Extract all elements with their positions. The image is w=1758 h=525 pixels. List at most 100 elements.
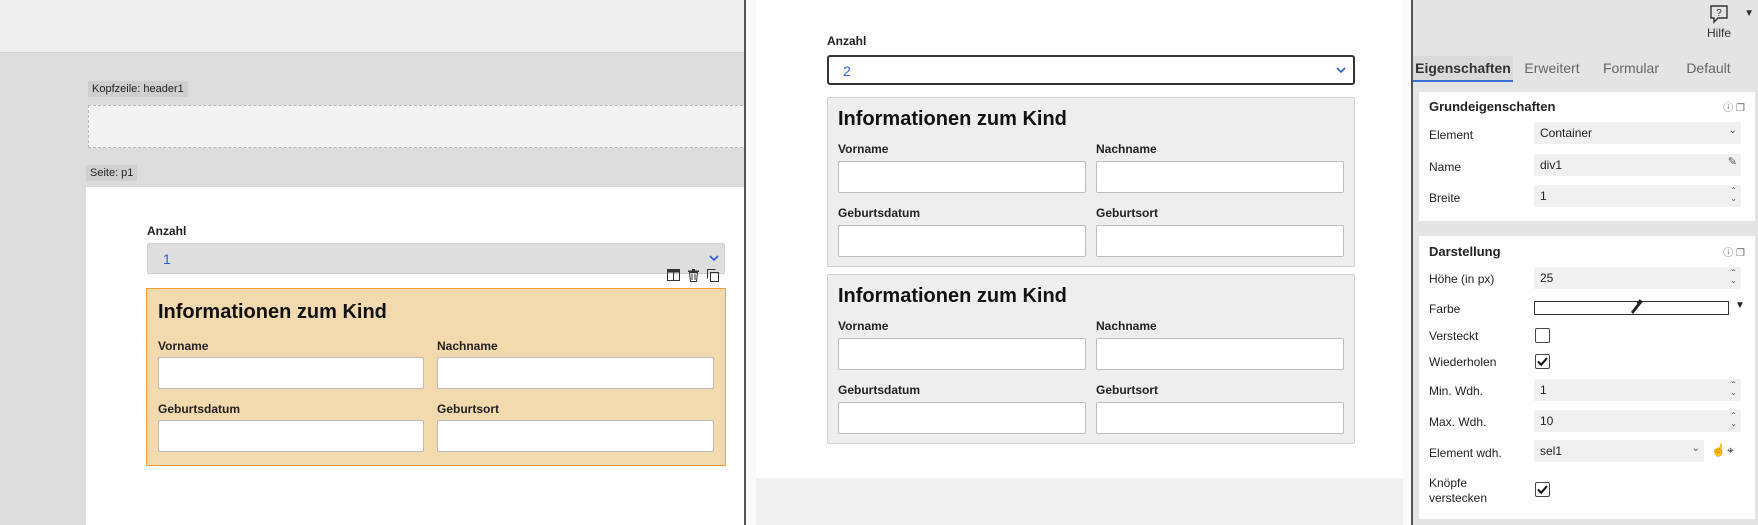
info-icon[interactable]: ⓘ xyxy=(1723,103,1733,114)
preview-content: Anzahl 2 Informationen zum Kind Vorname … xyxy=(756,0,1403,478)
birth-date-label: Geburtsdatum xyxy=(838,383,921,397)
hidden-label: Versteckt xyxy=(1429,329,1479,343)
width-input[interactable]: 1 ⌃ ⌄ xyxy=(1534,185,1741,207)
elem-rep-value: sel1 xyxy=(1540,444,1563,458)
preview-card-2: Informationen zum Kind Vorname Nachname … xyxy=(827,274,1355,444)
hide-buttons-checkbox[interactable] xyxy=(1535,482,1550,497)
element-select[interactable]: Container ⌄ xyxy=(1534,122,1741,144)
selection-toolbar xyxy=(665,267,721,285)
window-icon[interactable]: ❐ xyxy=(1736,103,1745,114)
panel-tabs: Eigenschaften Erweitert Formular Default xyxy=(1413,56,1758,82)
spinner-icon[interactable]: ⌃ ⌄ xyxy=(1730,269,1737,285)
birth-place-field[interactable] xyxy=(437,420,714,452)
spinner-icon[interactable]: ⌃ ⌄ xyxy=(1730,187,1737,203)
max-rep-value: 10 xyxy=(1540,414,1554,428)
min-rep-value: 1 xyxy=(1540,383,1547,397)
first-name-label: Vorname xyxy=(838,319,889,333)
eyedropper-icon[interactable] xyxy=(1629,298,1643,317)
name-label: Name xyxy=(1429,160,1462,174)
hide-buttons-label-line1: Knöpfe xyxy=(1429,476,1468,490)
preview-card-1: Informationen zum Kind Vorname Nachname … xyxy=(827,97,1355,267)
layout-icon[interactable] xyxy=(665,267,681,283)
birth-place-label: Geburtsort xyxy=(1096,206,1159,220)
section-title: Grundeigenschaften xyxy=(1429,99,1556,114)
copy-icon[interactable] xyxy=(705,267,721,283)
repeat-checkbox[interactable] xyxy=(1535,354,1550,369)
help-icon: ? xyxy=(1709,4,1729,24)
birth-date-label: Geburtsdatum xyxy=(158,402,241,416)
properties-panel: ? Hilfe ▼ Eigenschaften Erweitert Formul… xyxy=(1413,0,1758,525)
last-name-field[interactable] xyxy=(1096,161,1344,193)
first-name-field[interactable] xyxy=(158,357,424,389)
caret-down-icon[interactable]: ▼ xyxy=(1744,8,1754,19)
display-section: Darstellung ⓘ ❐ Höhe (in px) 25 ⌃ ⌄ Farbe… xyxy=(1419,236,1755,519)
caret-down-icon[interactable]: ▼ xyxy=(1735,300,1745,311)
header-tag: Kopfzeile: header1 xyxy=(88,81,188,97)
tab-erweitert[interactable]: Erweitert xyxy=(1513,56,1591,82)
child-info-container[interactable]: Informationen zum Kind Vorname Nachname … xyxy=(146,288,726,466)
name-input[interactable]: div1 ✎ xyxy=(1534,154,1741,176)
preview-count-select[interactable]: 2 xyxy=(827,55,1355,85)
count-select-value: 1 xyxy=(163,251,171,267)
birth-date-field[interactable] xyxy=(838,225,1086,257)
first-name-field[interactable] xyxy=(838,161,1086,193)
hide-buttons-label-line2: verstecken xyxy=(1429,491,1488,505)
birth-date-field[interactable] xyxy=(838,402,1086,434)
width-label: Breite xyxy=(1429,191,1461,205)
min-rep-input[interactable]: 1 ⌃ ⌄ xyxy=(1534,379,1741,401)
elem-rep-select[interactable]: sel1 ⌄ xyxy=(1534,440,1704,462)
tab-eigenschaften[interactable]: Eigenschaften xyxy=(1413,56,1513,82)
min-rep-label: Min. Wdh. xyxy=(1429,384,1484,398)
hide-buttons-label: Knöpfe verstecken xyxy=(1429,476,1487,506)
chevron-down-icon xyxy=(708,252,720,267)
first-name-field[interactable] xyxy=(838,338,1086,370)
trash-icon[interactable] xyxy=(685,267,701,283)
box-title: Informationen zum Kind xyxy=(158,301,387,323)
window-icon[interactable]: ❐ xyxy=(1736,248,1745,259)
basic-properties-section: Grundeigenschaften ⓘ ❐ Element Container… xyxy=(1419,92,1755,221)
pointer-icon[interactable]: ☝ xyxy=(1711,443,1726,457)
max-rep-input[interactable]: 10 ⌃ ⌄ xyxy=(1534,410,1741,432)
tab-default[interactable]: Default xyxy=(1671,56,1746,82)
last-name-field[interactable] xyxy=(1096,338,1344,370)
birth-place-field[interactable] xyxy=(1096,225,1344,257)
elem-rep-label: Element wdh. xyxy=(1429,446,1502,460)
info-icon[interactable]: ⓘ xyxy=(1723,248,1733,259)
birth-place-label: Geburtsort xyxy=(437,402,500,416)
header-drop-zone[interactable] xyxy=(88,105,758,148)
element-value: Container xyxy=(1540,126,1593,140)
last-name-field[interactable] xyxy=(437,357,714,389)
element-label: Element xyxy=(1429,128,1474,142)
hidden-checkbox[interactable] xyxy=(1535,328,1550,343)
preview-footer xyxy=(756,478,1403,525)
last-name-label: Nachname xyxy=(1096,319,1157,333)
count-select[interactable]: 1 xyxy=(147,243,725,274)
check-icon xyxy=(1537,485,1548,495)
page-tag: Seite: p1 xyxy=(86,165,138,181)
help-label: Hilfe xyxy=(1706,26,1731,40)
birth-date-field[interactable] xyxy=(158,420,424,452)
spinner-icon[interactable]: ⌃ ⌄ xyxy=(1730,412,1737,428)
pencil-icon[interactable]: ✎ xyxy=(1728,157,1737,168)
preview-count-value: 2 xyxy=(843,63,851,79)
first-name-label: Vorname xyxy=(838,142,889,156)
preview-window: Anzahl 2 Informationen zum Kind Vorname … xyxy=(744,0,1413,525)
spinner-icon[interactable]: ⌃ ⌄ xyxy=(1730,381,1737,397)
max-rep-label: Max. Wdh. xyxy=(1429,415,1487,429)
birth-date-label: Geburtsdatum xyxy=(838,206,921,220)
chevron-down-icon xyxy=(1335,64,1347,79)
crosshair-icon[interactable]: ⌖ xyxy=(1727,443,1734,458)
name-value: div1 xyxy=(1540,158,1563,172)
height-label: Höhe (in px) xyxy=(1429,272,1495,286)
birth-place-field[interactable] xyxy=(1096,402,1344,434)
section-title: Darstellung xyxy=(1429,244,1501,259)
repeat-label: Wiederholen xyxy=(1429,355,1497,369)
preview-count-label: Anzahl xyxy=(827,34,867,48)
first-name-label: Vorname xyxy=(158,339,209,353)
card-title: Informationen zum Kind xyxy=(838,285,1067,307)
height-input[interactable]: 25 ⌃ ⌄ xyxy=(1534,267,1741,289)
color-label: Farbe xyxy=(1429,302,1461,316)
help-button[interactable]: ? Hilfe ▼ xyxy=(1694,2,1754,40)
last-name-label: Nachname xyxy=(1096,142,1157,156)
tab-formular[interactable]: Formular xyxy=(1591,56,1671,82)
